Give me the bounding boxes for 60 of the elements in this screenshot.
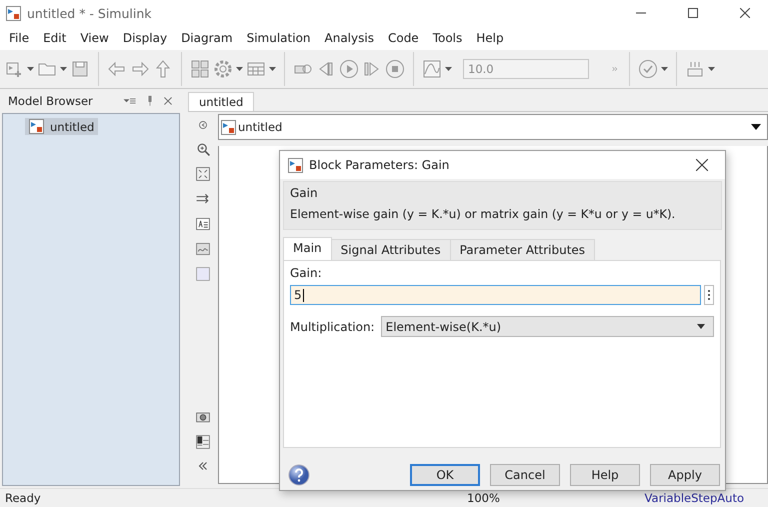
model-icon xyxy=(29,119,44,134)
model-icon xyxy=(221,120,236,134)
editor-tab[interactable]: untitled xyxy=(188,92,254,111)
menu-item[interactable]: Diagram xyxy=(174,31,240,45)
caret-icon[interactable] xyxy=(445,66,452,72)
up-arrow-icon[interactable] xyxy=(153,59,173,79)
menu-item[interactable]: Code xyxy=(380,31,426,45)
window-title: untitled * - Simulink xyxy=(27,6,153,20)
description-text: Element-wise gain (y = K.*u) or matrix gain (y = K*u or y = u*K). xyxy=(290,207,676,221)
check-icon[interactable] xyxy=(638,59,658,79)
close-icon[interactable] xyxy=(740,8,750,18)
report-icon[interactable] xyxy=(195,434,211,450)
zoom-icon[interactable] xyxy=(195,141,211,157)
menu-item[interactable]: File xyxy=(2,31,36,45)
image-icon[interactable] xyxy=(195,241,211,257)
dialog-tab[interactable]: Main xyxy=(283,237,332,260)
dialog-tab[interactable]: Parameter Attributes xyxy=(450,239,596,260)
dialog-button[interactable]: Cancel xyxy=(490,464,560,486)
caret-icon[interactable] xyxy=(60,66,67,72)
breadcrumb-bar[interactable]: untitled xyxy=(218,114,768,140)
app-icon xyxy=(6,6,21,20)
caret-icon[interactable] xyxy=(269,66,276,72)
dialog-tab[interactable]: Signal Attributes xyxy=(330,239,451,260)
gain-label: Gain: xyxy=(290,266,323,280)
panel-title: Model Browser xyxy=(8,94,94,108)
help-icon[interactable] xyxy=(288,464,310,486)
fit-view-icon[interactable] xyxy=(195,166,211,182)
menu-item[interactable]: Help xyxy=(469,31,511,45)
menu-item[interactable]: Display xyxy=(116,31,174,45)
annotation-icon[interactable] xyxy=(195,216,211,232)
caret-icon[interactable] xyxy=(27,66,34,72)
menu-item[interactable]: Simulation xyxy=(240,31,318,45)
back-arrow-icon[interactable] xyxy=(107,59,127,79)
dialog-button[interactable]: Apply xyxy=(650,464,720,486)
caret-icon[interactable] xyxy=(236,66,243,72)
group-title: Gain xyxy=(290,186,319,200)
caret-icon[interactable] xyxy=(751,124,761,130)
dialog-button[interactable]: OK xyxy=(410,464,480,486)
menu-item[interactable]: Edit xyxy=(36,31,74,45)
hide-browser-icon[interactable] xyxy=(196,118,210,132)
maximize-icon[interactable] xyxy=(688,8,698,18)
forward-arrow-icon[interactable] xyxy=(130,59,150,79)
gain-field[interactable]: 5 xyxy=(290,285,701,305)
multiplication-label: Multiplication: xyxy=(290,320,375,334)
status-text: Ready xyxy=(4,491,42,505)
menu-item[interactable]: Analysis xyxy=(318,31,381,45)
block-icon xyxy=(288,158,303,172)
caret-icon xyxy=(697,324,705,329)
multiplication-dropdown[interactable]: Element-wise(K.*u) xyxy=(380,316,714,337)
zoom-level: 100% xyxy=(467,491,501,505)
menu-item[interactable]: View xyxy=(73,31,116,45)
menu-item[interactable]: Tools xyxy=(426,31,470,45)
dialog-button[interactable]: Help xyxy=(570,464,640,486)
caret-icon[interactable] xyxy=(708,66,715,72)
solver-text[interactable]: VariableStepAuto xyxy=(644,491,768,505)
tree-item[interactable]: untitled xyxy=(25,118,98,135)
close-icon[interactable] xyxy=(696,159,708,171)
dialog-title: Block Parameters: Gain xyxy=(309,158,450,172)
caret-icon[interactable] xyxy=(661,66,668,72)
more-icon[interactable] xyxy=(704,285,714,305)
